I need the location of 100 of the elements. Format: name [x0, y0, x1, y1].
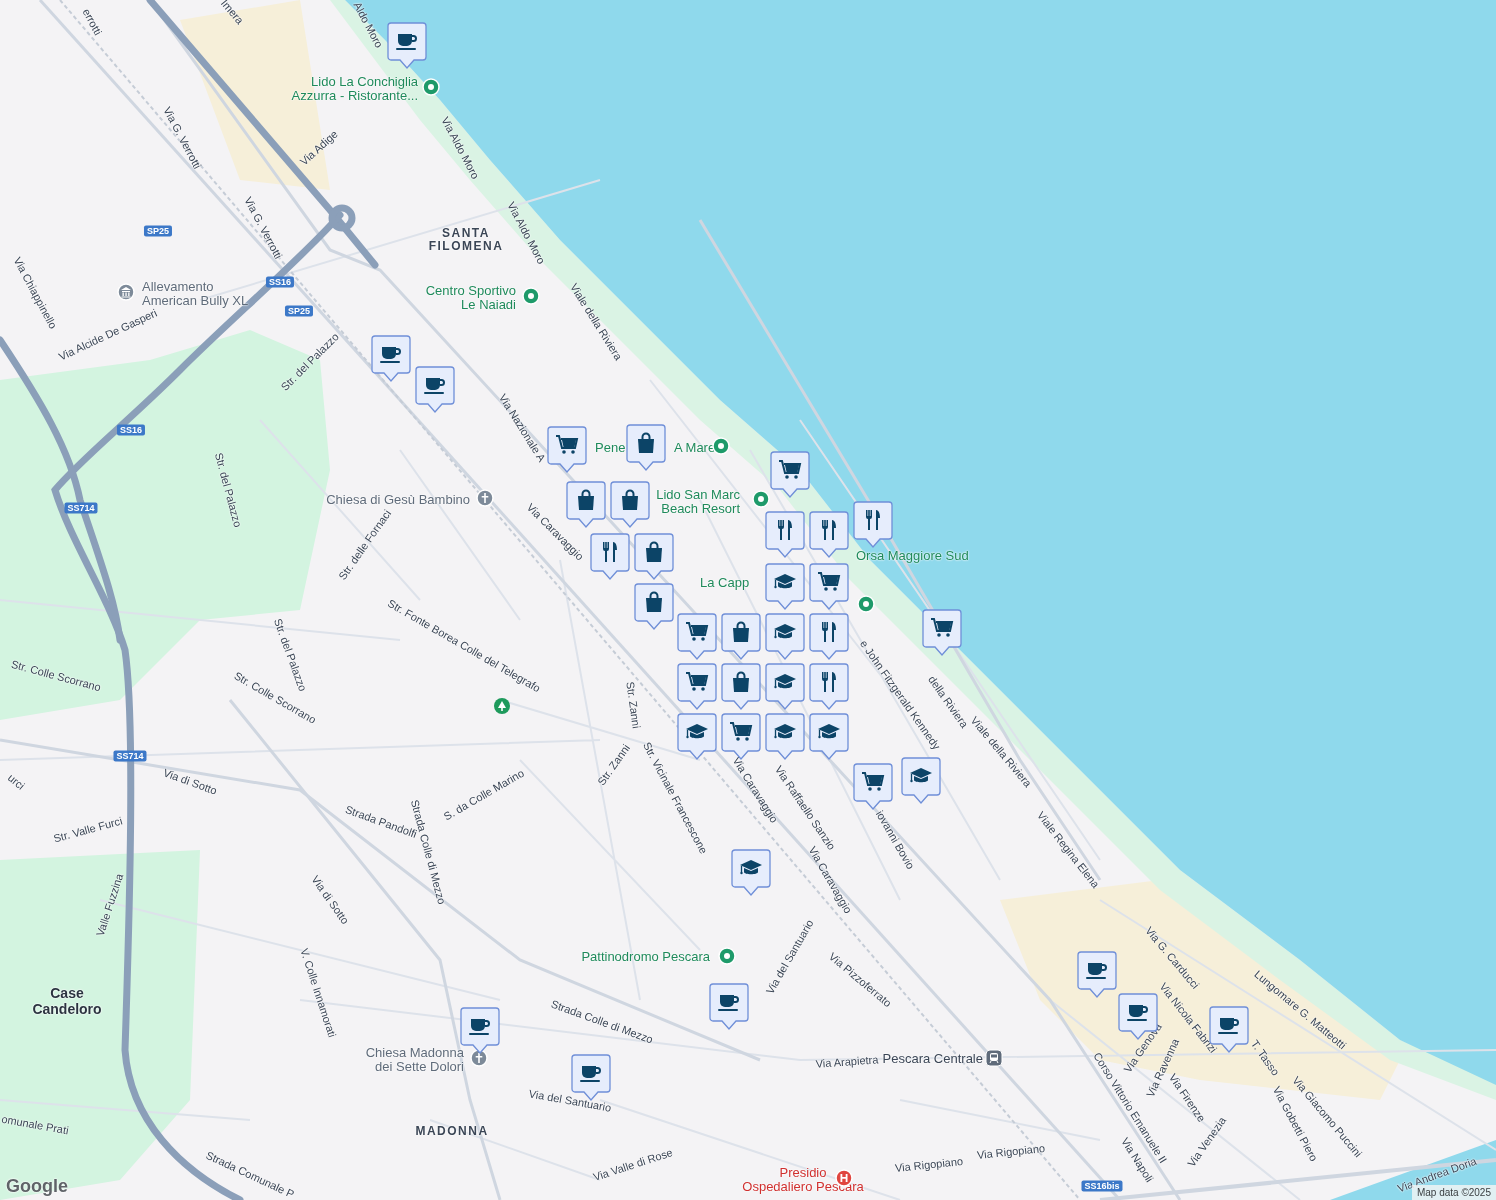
- map-pin[interactable]: [721, 613, 761, 661]
- map-pin[interactable]: [809, 511, 849, 559]
- map-pin[interactable]: [809, 663, 849, 711]
- pin-icon[interactable]: [752, 490, 770, 508]
- map-pin[interactable]: [765, 663, 805, 711]
- map-pin[interactable]: [765, 563, 805, 611]
- graduation-cap-icon: [818, 724, 840, 739]
- area-label: SANTA FILOMENA: [428, 227, 504, 253]
- street-label: Str. Zanni: [624, 680, 642, 730]
- shopping-bag-icon: [578, 489, 594, 510]
- map-pin[interactable]: [547, 426, 587, 474]
- graduation-cap-icon: [774, 724, 796, 739]
- map-pin[interactable]: [415, 366, 455, 414]
- street-label: Strada Colle di Mezzo: [549, 998, 655, 1046]
- place-label[interactable]: Chiesa di Gesù Bambino: [326, 493, 470, 507]
- map-pin[interactable]: [371, 335, 411, 383]
- street-label: omunale Prati: [0, 1113, 70, 1137]
- map-pin[interactable]: [634, 533, 674, 581]
- place-label[interactable]: Pattinodromo Pescara: [581, 950, 710, 964]
- map-pin[interactable]: [901, 757, 941, 805]
- shopping-cart-icon: [817, 572, 841, 591]
- shopping-cart-icon: [685, 622, 709, 641]
- shopping-bag-icon: [622, 489, 638, 510]
- place-label[interactable]: Chiesa Madonna dei Sette Dolori: [365, 1046, 464, 1074]
- coffee-cup-icon: [1086, 963, 1107, 979]
- place-label[interactable]: Pescara Centrale: [882, 1052, 983, 1066]
- graduation-cap-icon: [740, 860, 762, 875]
- map-pin[interactable]: [809, 613, 849, 661]
- street-label: Via Rigopiano: [976, 1142, 1046, 1162]
- map-pin[interactable]: [765, 713, 805, 761]
- shopping-bag-icon: [733, 621, 749, 642]
- map-pin[interactable]: [770, 451, 810, 499]
- fork-and-knife-icon: [603, 542, 617, 562]
- map-pin[interactable]: [765, 613, 805, 661]
- coffee-cup-icon: [396, 34, 417, 50]
- map-pin[interactable]: [809, 563, 849, 611]
- map-pin[interactable]: [731, 849, 771, 897]
- street-label: Str. Valle Furci: [52, 815, 124, 845]
- museum-icon[interactable]: [117, 283, 135, 301]
- fork-and-knife-icon: [822, 622, 836, 642]
- cross-icon[interactable]: [476, 489, 494, 507]
- coffee-cup-icon: [380, 347, 401, 363]
- map-pin[interactable]: [610, 481, 650, 529]
- map-pin[interactable]: [677, 663, 717, 711]
- place-label[interactable]: Centro Sportivo Le Naiadi: [425, 284, 516, 312]
- road-shield: SS16: [266, 276, 294, 288]
- train-icon[interactable]: [985, 1049, 1003, 1067]
- fork-and-knife-icon: [778, 520, 792, 540]
- logo[interactable]: Google: [6, 1177, 68, 1195]
- street-label: Via Valle di Rose: [591, 1147, 675, 1183]
- shopping-cart-icon: [555, 435, 579, 454]
- map-pin[interactable]: [765, 511, 805, 559]
- road-shield: SP25: [285, 305, 313, 317]
- place-label[interactable]: Orsa Maggiore Sud: [856, 549, 969, 563]
- coffee-cup-icon: [718, 995, 739, 1011]
- street-label: Str. del Palazzo: [271, 617, 309, 693]
- map-pin[interactable]: [709, 983, 749, 1031]
- shopping-cart-icon: [930, 618, 954, 637]
- street-label: Aldo Moro: [351, 0, 385, 50]
- area-label: MADONNA: [415, 1125, 489, 1138]
- coffee-cup-icon: [1127, 1005, 1148, 1021]
- street-label: Via di Sotto: [161, 767, 219, 797]
- place-label[interactable]: La Capp: [700, 576, 750, 590]
- place-label[interactable]: Lido San Marc Beach Resort: [656, 488, 740, 516]
- graduation-cap-icon: [686, 724, 708, 739]
- fork-and-knife-icon: [822, 672, 836, 692]
- map-pin[interactable]: [677, 713, 717, 761]
- pin-icon[interactable]: [712, 437, 730, 455]
- cross-icon[interactable]: [470, 1049, 488, 1067]
- shopping-cart-icon: [685, 672, 709, 691]
- shopping-cart-icon: [778, 460, 802, 479]
- map-pin[interactable]: [626, 424, 666, 472]
- pin-icon[interactable]: [857, 595, 875, 613]
- street-label: Via Rigopiano: [894, 1155, 964, 1175]
- coffee-cup-icon: [469, 1019, 490, 1035]
- attribution-text: Map data ©2025: [1411, 1185, 1496, 1200]
- map-pin[interactable]: [677, 613, 717, 661]
- pin-icon[interactable]: [522, 287, 540, 305]
- place-label[interactable]: Allevamento American Bully XL: [142, 280, 249, 308]
- map-pin[interactable]: [590, 533, 630, 581]
- road-shield: SS16bis: [1081, 1180, 1123, 1192]
- place-label[interactable]: Pene: [595, 441, 626, 455]
- coffee-cup-icon: [1218, 1018, 1239, 1034]
- street-label: Via Arapietra: [815, 1054, 879, 1070]
- map-pin[interactable]: [809, 713, 849, 761]
- road-shield: SS714: [113, 750, 147, 762]
- road-shield: SS714: [64, 502, 98, 514]
- graduation-cap-icon: [774, 624, 796, 639]
- graduation-cap-icon: [774, 574, 796, 589]
- coffee-cup-icon: [424, 378, 445, 394]
- place-label[interactable]: A Mare: [674, 441, 716, 455]
- graduation-cap-icon: [774, 674, 796, 689]
- place-label[interactable]: Lido La Conchiglia Azzurra - Ristorante...: [291, 75, 418, 103]
- pin-icon[interactable]: [718, 947, 736, 965]
- pin-icon[interactable]: [422, 78, 440, 96]
- map-pin[interactable]: [721, 663, 761, 711]
- map-pin[interactable]: [853, 763, 893, 811]
- shopping-bag-icon: [638, 432, 654, 453]
- map-pin[interactable]: [634, 583, 674, 631]
- shopping-bag-icon: [733, 671, 749, 692]
